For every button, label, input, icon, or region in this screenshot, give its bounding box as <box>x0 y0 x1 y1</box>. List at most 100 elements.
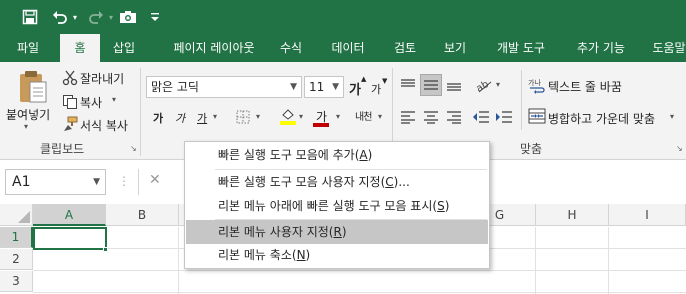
decrease-indent-icon[interactable] <box>472 109 490 125</box>
formula-buttons: ✕ <box>138 169 186 195</box>
tab-data[interactable]: 데이터 <box>320 34 376 62</box>
tab-file[interactable]: 파일 <box>6 34 50 62</box>
clipboard-group-label: 클립보드 <box>40 142 85 156</box>
select-all-corner[interactable] <box>0 204 33 226</box>
tab-home[interactable]: 홈 <box>60 34 100 63</box>
wrap-text-icon[interactable]: 가나 <box>528 76 546 94</box>
wrap-text-button[interactable]: 텍스트 줄 바꿈 <box>548 78 622 95</box>
tab-add-ins[interactable]: 추가 기능 <box>566 34 636 62</box>
shrink-arrow-icon: ▼ <box>382 77 388 85</box>
ribbon-tabs: 파일 홈 삽입 페이지 레이아웃 수식 데이터 검토 보기 개발 도구 추가 기… <box>0 34 686 63</box>
font-size-value: 11 <box>309 80 325 94</box>
format-painter-icon[interactable] <box>62 116 78 132</box>
cancel-icon[interactable]: ✕ <box>149 172 161 188</box>
grow-arrow-icon: ▲ <box>361 75 367 83</box>
orientation-icon[interactable]: ab <box>474 76 493 95</box>
menu-item-customize-ribbon[interactable]: 리본 메뉴 사용자 지정(R) <box>186 220 488 244</box>
redo-icon[interactable] <box>86 7 106 27</box>
row-header[interactable]: 1 <box>0 227 33 248</box>
cut-icon[interactable] <box>62 70 78 86</box>
align-center-icon[interactable] <box>423 110 439 124</box>
bold-button[interactable]: 가 <box>153 110 163 126</box>
merge-center-icon[interactable] <box>528 108 546 124</box>
group-divider <box>140 68 141 156</box>
middle-align-button[interactable] <box>420 74 442 96</box>
name-box-value: A1 <box>12 174 31 190</box>
gridline <box>33 292 686 293</box>
tab-page-layout[interactable]: 페이지 레이아웃 <box>156 34 272 62</box>
underline-dropdown-icon[interactable]: ▾ <box>213 112 217 121</box>
font-name-value: 맑은 고딕 <box>151 80 199 94</box>
title-bar: ▾ ▾ <box>0 0 686 34</box>
fill-handle[interactable] <box>103 247 108 252</box>
gridline <box>33 270 686 271</box>
qat-customize-icon[interactable] <box>148 7 162 27</box>
tab-developer[interactable]: 개발 도구 <box>484 34 558 62</box>
alignment-launcher-icon[interactable]: ↘ <box>676 144 683 153</box>
align-right-icon[interactable] <box>446 110 462 124</box>
phonetic-dropdown-icon[interactable]: ▾ <box>378 112 382 121</box>
undo-icon[interactable] <box>50 7 70 27</box>
shrink-font-button[interactable]: 가 <box>371 81 381 97</box>
camera-icon[interactable] <box>118 7 138 27</box>
tab-review[interactable]: 검토 <box>384 34 426 62</box>
row-header[interactable]: 3 <box>0 271 33 292</box>
orientation-dropdown-icon[interactable]: ▾ <box>496 80 500 89</box>
menu-item-customize-qat[interactable]: 빠른 실행 도구 모음 사용자 지정(C)... <box>186 170 488 194</box>
paste-dropdown-icon[interactable]: ▾ <box>24 122 28 131</box>
fill-color-icon[interactable] <box>280 107 296 125</box>
name-box[interactable]: A1 ▼ <box>5 169 106 195</box>
tab-insert[interactable]: 삽입 <box>102 34 146 62</box>
gridline <box>608 227 609 294</box>
undo-dropdown-icon[interactable]: ▾ <box>70 7 80 27</box>
font-color-bar <box>313 123 329 127</box>
menu-item-show-qat-below[interactable]: 리본 메뉴 아래에 빠른 실행 도구 모음 표시(S) <box>186 194 488 218</box>
gridline <box>535 227 536 294</box>
column-header[interactable]: H <box>536 204 609 226</box>
qat-context-menu: 빠른 실행 도구 모음에 추가(A) 빠른 실행 도구 모음 사용자 지정(C)… <box>184 141 490 269</box>
tab-help[interactable]: 도움말 <box>644 34 686 62</box>
formula-bar-grip-icon: ⋮ <box>118 174 130 188</box>
paste-icon[interactable] <box>14 70 50 104</box>
svg-text:ab: ab <box>475 79 491 94</box>
merge-center-button[interactable]: 병합하고 가운데 맞춤 <box>548 110 655 127</box>
phonetic-button[interactable]: 내천 <box>355 108 372 123</box>
active-cell[interactable] <box>33 227 107 250</box>
alignment-group-label: 맞춤 <box>520 142 543 156</box>
align-left-icon[interactable] <box>400 110 416 124</box>
chevron-down-icon: ▼ <box>93 177 100 187</box>
column-header[interactable]: A <box>33 204 106 226</box>
format-painter-button[interactable]: 서식 복사 <box>80 117 128 134</box>
paste-button[interactable]: 붙여넣기 <box>6 106 50 123</box>
column-header[interactable]: I <box>609 204 686 226</box>
font-name-combo[interactable]: 맑은 고딕 ▼ <box>146 76 302 98</box>
cut-button[interactable]: 잘라내기 <box>80 70 124 87</box>
gridline <box>178 227 179 294</box>
bottom-align-icon[interactable] <box>446 78 462 92</box>
redo-dropdown-icon[interactable]: ▾ <box>106 7 116 27</box>
font-color-dropdown-icon[interactable]: ▾ <box>336 112 340 121</box>
menu-item-add-to-qat[interactable]: 빠른 실행 도구 모음에 추가(A) <box>186 143 488 167</box>
italic-button[interactable]: 가 <box>175 110 185 126</box>
borders-icon[interactable] <box>236 110 250 124</box>
column-header[interactable]: B <box>106 204 179 226</box>
tab-view[interactable]: 보기 <box>434 34 476 62</box>
save-icon[interactable] <box>20 7 40 27</box>
tab-formulas[interactable]: 수식 <box>270 34 312 62</box>
copy-button[interactable]: 복사 <box>80 94 102 111</box>
row-header[interactable]: 2 <box>0 249 33 270</box>
clipboard-launcher-icon[interactable]: ↘ <box>130 144 137 153</box>
copy-dropdown-icon[interactable]: ▾ <box>112 95 116 104</box>
underline-button[interactable]: 가 <box>197 110 207 126</box>
fill-color-dropdown-icon[interactable]: ▾ <box>299 112 303 121</box>
increase-indent-icon[interactable] <box>495 109 513 125</box>
font-size-combo[interactable]: 11 ▼ <box>304 76 344 98</box>
svg-text:가나: 가나 <box>528 78 541 87</box>
borders-dropdown-icon[interactable]: ▾ <box>256 112 260 121</box>
merge-dropdown-icon[interactable]: ▾ <box>670 112 674 121</box>
top-align-icon[interactable] <box>400 78 416 92</box>
menu-item-collapse-ribbon[interactable]: 리본 메뉴 축소(N) <box>186 243 488 267</box>
group-divider <box>521 70 522 130</box>
copy-icon[interactable] <box>62 94 78 110</box>
grow-font-button[interactable]: 가 <box>349 79 361 98</box>
